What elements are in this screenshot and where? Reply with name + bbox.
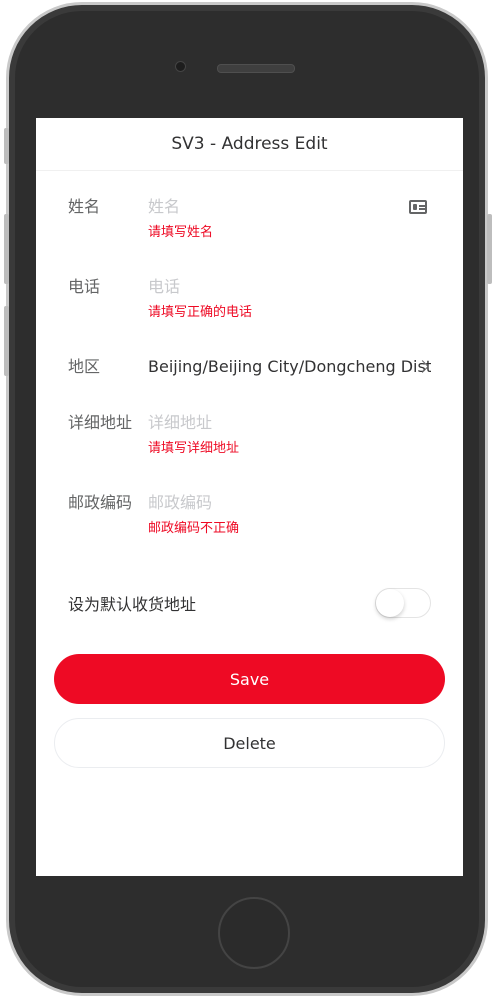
address-field[interactable]: 详细地址 详细地址 请填写详细地址 <box>36 395 463 475</box>
camera-icon <box>175 61 186 72</box>
nav-bar: SV3 - Address Edit <box>36 118 463 171</box>
name-input[interactable]: 姓名 <box>148 195 431 219</box>
contact-card-icon[interactable] <box>409 200 427 214</box>
address-form: 姓名 姓名 请填写姓名 电话 电话 请填写正确的电话 地区 Beijing/Be… <box>36 171 463 627</box>
postal-input[interactable]: 邮政编码 <box>148 491 431 515</box>
name-label: 姓名 <box>68 197 101 216</box>
speaker-grille <box>217 64 295 73</box>
home-button[interactable] <box>218 897 290 969</box>
region-label: 地区 <box>68 357 101 376</box>
address-input[interactable]: 详细地址 <box>148 411 431 435</box>
delete-button[interactable]: Delete <box>54 718 445 768</box>
switch-knob <box>376 589 404 617</box>
phone-label: 电话 <box>68 277 101 296</box>
default-address-row: 设为默认收货地址 <box>36 579 463 627</box>
postal-field[interactable]: 邮政编码 邮政编码 邮政编码不正确 <box>36 475 463 555</box>
phone-input[interactable]: 电话 <box>148 275 431 299</box>
phone-field[interactable]: 电话 电话 请填写正确的电话 <box>36 259 463 339</box>
region-field[interactable]: 地区 Beijing/Beijing City/Dongcheng Distri… <box>36 339 463 395</box>
volume-up-button <box>4 214 9 284</box>
action-buttons: Save Delete <box>36 654 463 768</box>
address-label: 详细地址 <box>68 413 133 432</box>
region-value[interactable]: Beijing/Beijing City/Dongcheng District <box>148 355 431 379</box>
address-error: 请填写详细地址 <box>148 441 240 456</box>
volume-down-button <box>4 306 9 376</box>
mute-switch <box>4 128 9 164</box>
name-error: 请填写姓名 <box>148 225 214 240</box>
page-title: SV3 - Address Edit <box>171 134 328 154</box>
power-button <box>487 214 492 284</box>
app-screen: SV3 - Address Edit 姓名 姓名 请填写姓名 电话 电话 请填写… <box>36 118 463 876</box>
default-address-switch[interactable] <box>375 588 431 618</box>
postal-error: 邮政编码不正确 <box>148 521 240 536</box>
phone-error: 请填写正确的电话 <box>148 305 253 320</box>
save-button[interactable]: Save <box>54 654 445 704</box>
default-address-label: 设为默认收货地址 <box>68 595 197 614</box>
name-field[interactable]: 姓名 姓名 请填写姓名 <box>36 179 463 259</box>
postal-label: 邮政编码 <box>68 493 133 512</box>
